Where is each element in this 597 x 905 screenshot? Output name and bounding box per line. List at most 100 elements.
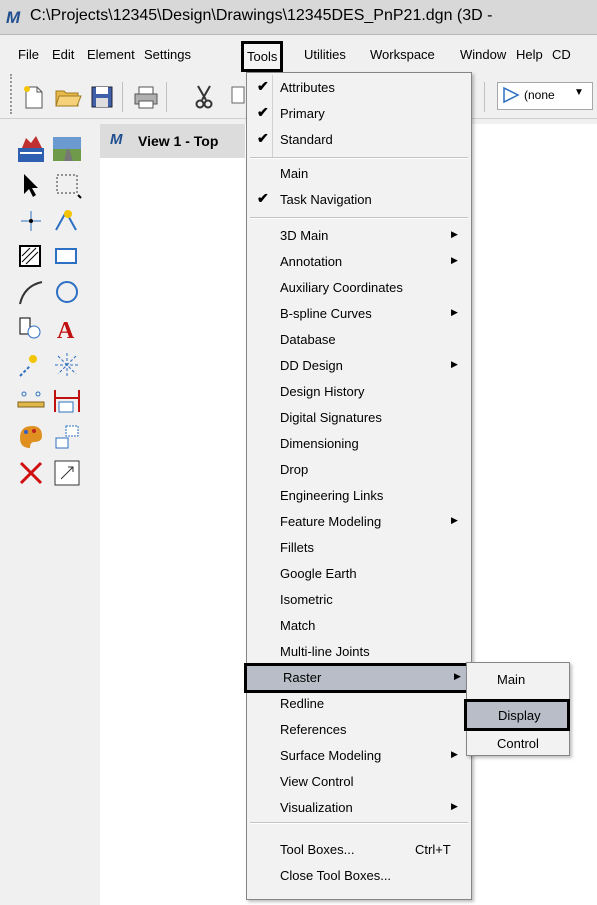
dimension-icon[interactable]	[16, 386, 46, 416]
menu-separator	[250, 217, 468, 219]
menu-item-fillets[interactable]: Fillets	[247, 535, 471, 561]
menu-item-engineering-links[interactable]: Engineering Links	[247, 483, 471, 509]
menu-item-redline[interactable]: Redline	[247, 691, 471, 717]
menu-item-feature-modeling[interactable]: Feature Modeling ▶	[247, 509, 471, 535]
menu-item-label: Design History	[280, 384, 365, 399]
task-navigation-icon[interactable]	[16, 134, 46, 164]
menu-settings[interactable]: Settings	[144, 47, 191, 62]
select-element-icon[interactable]	[16, 170, 46, 200]
menu-item-surface-modeling[interactable]: Surface Modeling ▶	[247, 743, 471, 769]
window-title: C:\Projects\12345\Design\Drawings\12345D…	[30, 7, 493, 24]
place-circle-icon[interactable]	[52, 278, 82, 308]
cut-icon[interactable]	[190, 84, 218, 110]
open-folder-icon[interactable]	[54, 84, 82, 110]
submenu-item-label: Display	[498, 708, 541, 723]
submenu-item-label: Control	[497, 736, 539, 751]
view-title-bar[interactable]: M View 1 - Top	[100, 124, 245, 158]
hatch-area-icon[interactable]	[16, 242, 46, 272]
menu-edit[interactable]: Edit	[52, 47, 74, 62]
menu-item-shortcut: Ctrl+T	[415, 842, 451, 857]
menu-item-auxiliary-coordinates[interactable]: Auxiliary Coordinates	[247, 275, 471, 301]
fence-icon[interactable]	[52, 170, 82, 200]
menu-item-label: Google Earth	[280, 566, 357, 581]
active-level-combo[interactable]: (none ▼	[497, 82, 593, 110]
menu-item-design-history[interactable]: Design History	[247, 379, 471, 405]
break-element-icon[interactable]	[52, 350, 82, 380]
save-icon[interactable]	[88, 84, 116, 110]
menu-item-label: Feature Modeling	[280, 514, 382, 529]
menu-item-match[interactable]: Match	[247, 613, 471, 639]
delete-element-icon[interactable]	[16, 458, 46, 488]
menu-item-main[interactable]: Main	[247, 161, 471, 187]
checkmark-icon: ✔	[257, 130, 269, 146]
menu-item-references[interactable]: References	[247, 717, 471, 743]
menu-item-label: Database	[280, 332, 336, 347]
menu-item-dd-design[interactable]: DD Design ▶	[247, 353, 471, 379]
menu-item-label: Redline	[280, 696, 325, 711]
road-image-icon[interactable]	[52, 134, 82, 164]
menu-item-drop[interactable]: Drop	[247, 457, 471, 483]
menu-element[interactable]: Element	[87, 47, 135, 62]
change-attributes-icon[interactable]	[16, 422, 46, 452]
menu-window[interactable]: Window	[460, 47, 506, 62]
menu-item-google-earth[interactable]: Google Earth	[247, 561, 471, 587]
menu-item-b-spline-curves[interactable]: B-spline Curves ▶	[247, 301, 471, 327]
menu-utilities[interactable]: Utilities	[304, 47, 346, 62]
menu-separator	[250, 822, 468, 824]
menu-item-multi-line-joints[interactable]: Multi-line Joints	[247, 639, 471, 665]
view-title: View 1 - Top	[138, 133, 219, 149]
toolbar-grip[interactable]	[10, 74, 16, 114]
menu-item-annotation[interactable]: Annotation ▶	[247, 249, 471, 275]
menu-item-label: Surface Modeling	[280, 748, 382, 763]
tools-dropdown-menu: ✔ Attributes ✔ Primary ✔ Standard Main ✔…	[244, 72, 474, 900]
menu-file[interactable]: File	[18, 47, 39, 62]
menu-bar: File Edit Element Settings Tools Utiliti…	[0, 40, 597, 72]
menu-item-raster[interactable]: Raster ▶	[244, 663, 474, 693]
menu-separator	[250, 157, 468, 159]
menu-cd[interactable]: CD	[552, 47, 571, 62]
submenu-item-control[interactable]: Control	[467, 731, 567, 757]
menu-item-visualization[interactable]: Visualization ▶	[247, 795, 471, 821]
menu-item-task-navigation[interactable]: ✔ Task Navigation	[247, 187, 471, 213]
menu-item-label: References	[280, 722, 347, 737]
submenu-item-main[interactable]: Main	[467, 667, 567, 693]
menu-item-label: Auxiliary Coordinates	[280, 280, 403, 295]
dimension-element-icon[interactable]	[52, 386, 82, 416]
menu-tools[interactable]: Tools	[241, 41, 284, 72]
menu-item-3d-main[interactable]: 3D Main ▶	[247, 223, 471, 249]
menu-item-standard[interactable]: ✔ Standard	[247, 127, 471, 153]
menu-workspace[interactable]: Workspace	[370, 47, 435, 62]
place-cell-icon[interactable]	[16, 314, 46, 344]
menu-item-label: Engineering Links	[280, 488, 384, 503]
menu-item-primary[interactable]: ✔ Primary	[247, 101, 471, 127]
menu-item-isometric[interactable]: Isometric	[247, 587, 471, 613]
place-point-icon[interactable]	[16, 206, 46, 236]
chevron-down-icon[interactable]: ▼	[574, 87, 584, 98]
raster-submenu: Main Display Control	[464, 662, 570, 757]
place-text-icon[interactable]: A	[52, 314, 82, 344]
print-icon[interactable]	[132, 84, 160, 110]
submenu-arrow-icon: ▶	[451, 515, 458, 525]
modify-element-icon[interactable]	[16, 350, 46, 380]
menu-item-tool-boxes[interactable]: Tool Boxes... Ctrl+T	[247, 837, 471, 863]
microstation-app-icon[interactable]: M	[6, 8, 20, 28]
menu-item-label: Annotation	[280, 254, 343, 269]
menu-item-digital-signatures[interactable]: Digital Signatures	[247, 405, 471, 431]
place-block-icon[interactable]	[52, 242, 82, 272]
toolbar-separator	[122, 82, 123, 112]
menu-item-view-control[interactable]: View Control	[247, 769, 471, 795]
toolbar-separator	[484, 82, 485, 112]
submenu-item-display[interactable]: Display	[464, 699, 570, 731]
menu-help[interactable]: Help	[516, 47, 543, 62]
new-file-icon[interactable]	[20, 84, 48, 110]
menu-item-dimensioning[interactable]: Dimensioning	[247, 431, 471, 457]
manipulate-icon[interactable]	[52, 422, 82, 452]
menu-item-database[interactable]: Database	[247, 327, 471, 353]
submenu-arrow-icon: ▶	[451, 307, 458, 317]
menu-item-close-tool-boxes[interactable]: Close Tool Boxes...	[247, 863, 471, 889]
place-arc-icon[interactable]	[16, 278, 46, 308]
menu-item-label: View Control	[280, 774, 354, 789]
measure-icon[interactable]	[52, 206, 82, 236]
view-fit-icon[interactable]	[52, 458, 82, 488]
menu-item-attributes[interactable]: ✔ Attributes	[247, 75, 471, 101]
